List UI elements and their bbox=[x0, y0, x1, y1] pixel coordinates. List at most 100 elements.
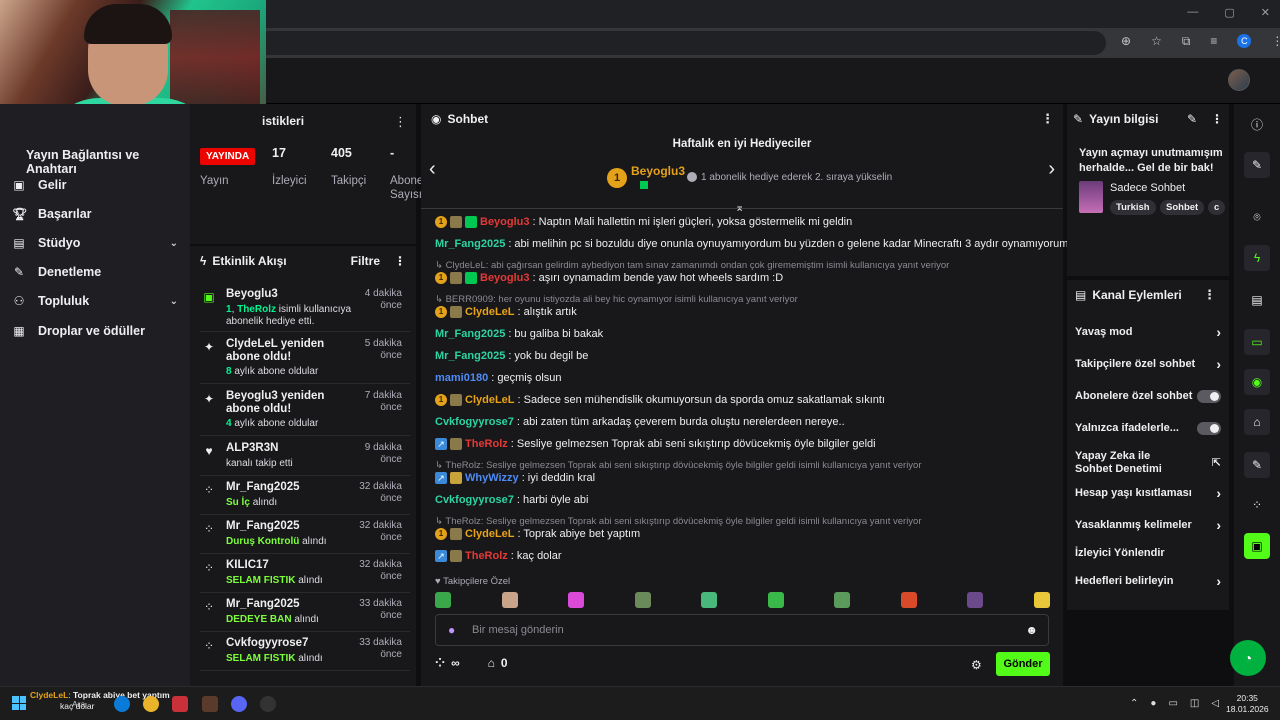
chat-username[interactable]: WhyWizzy bbox=[465, 472, 519, 484]
stream-key-link[interactable]: Yayın Bağlantısı ve Anahtarı bbox=[26, 148, 190, 176]
broadcast-icon[interactable]: ◉ bbox=[1244, 369, 1270, 395]
tag[interactable]: c bbox=[1208, 200, 1226, 215]
close-icon[interactable]: ✕ bbox=[1261, 6, 1270, 19]
kebab-menu-icon[interactable]: ⋮ bbox=[1041, 111, 1054, 127]
action-account-age[interactable]: Hesap yaşı kısıtlaması › bbox=[1075, 486, 1221, 500]
url-input[interactable] bbox=[266, 31, 1106, 55]
document-icon[interactable]: ▤ bbox=[1244, 287, 1270, 313]
emote[interactable] bbox=[900, 592, 917, 608]
chat-username[interactable]: Beyoglu3 bbox=[480, 216, 530, 228]
tag[interactable]: Turkish bbox=[1110, 200, 1156, 215]
app-icon[interactable] bbox=[172, 696, 188, 712]
discord-icon[interactable] bbox=[231, 696, 247, 712]
emote[interactable] bbox=[634, 592, 651, 608]
action-ai-moderation[interactable]: Yapay Zeka ile Sohbet Denetimi ⇱ bbox=[1075, 450, 1221, 476]
chat-username[interactable]: Mr_Fang2025 bbox=[435, 328, 505, 340]
feed-item[interactable]: ♥ ALP3R3N 9 dakika önce kanalı takip ett… bbox=[200, 442, 410, 476]
feed-item[interactable]: ⁘ KILIC17 32 dakika önce SELAM FISTIK al… bbox=[200, 559, 410, 593]
send-button[interactable]: Gönder bbox=[996, 652, 1050, 676]
kebab-menu-icon[interactable]: ⋮ bbox=[394, 114, 407, 130]
chevron-left-icon[interactable]: ‹ bbox=[429, 158, 436, 181]
chat-input[interactable]: ● Bir mesaj gönderin ☻ bbox=[435, 614, 1049, 646]
app-icon[interactable]: ▣ bbox=[1244, 533, 1270, 559]
leader-name[interactable]: Beyoglu3 bbox=[631, 164, 685, 178]
sidebar-item-studyo[interactable]: ▤ Stüdyo ⌄ bbox=[12, 236, 178, 250]
sidebar-item-gelir[interactable]: ▣ Gelir bbox=[12, 178, 178, 192]
action-followers-only[interactable]: Takipçilere özel sohbet › bbox=[1075, 357, 1221, 371]
chat-username[interactable]: ClydeLeL bbox=[465, 528, 515, 540]
clock[interactable]: 20:35 18.01.2026 bbox=[1226, 693, 1269, 715]
chat-username[interactable]: TheRolz bbox=[465, 550, 508, 562]
feed-item[interactable]: ⁘ Mr_Fang2025 32 dakika önce Duruş Kontr… bbox=[200, 520, 410, 554]
minimize-icon[interactable]: — bbox=[1187, 6, 1198, 19]
emote[interactable] bbox=[967, 592, 983, 608]
emote[interactable] bbox=[1033, 592, 1050, 608]
monitor-icon[interactable]: ▭ bbox=[1168, 698, 1177, 709]
sidebar-item-denetleme[interactable]: ✎ Denetleme bbox=[12, 265, 178, 279]
microphone-icon[interactable]: ● bbox=[1150, 698, 1156, 709]
chat-icon[interactable]: ▭ bbox=[1244, 329, 1270, 355]
chat-username[interactable]: Beyoglu3 bbox=[480, 272, 530, 284]
camera-icon[interactable]: ⌾ bbox=[1244, 204, 1270, 230]
sidebar-item-topluluk[interactable]: ⚇ Topluluk ⌄ bbox=[12, 294, 178, 308]
feed-item[interactable]: ✦ ClydeLeL yeniden abone oldu! 5 dakika … bbox=[200, 338, 410, 384]
microphone-icon[interactable]: ● bbox=[448, 623, 455, 637]
emote[interactable] bbox=[568, 592, 584, 608]
action-banned-words[interactable]: Yasaklanmış kelimeler › bbox=[1075, 518, 1221, 532]
action-subs-only[interactable]: Abonelere özel sohbet bbox=[1075, 390, 1221, 403]
feed-item[interactable]: ⁘ Cvkfogyyrose7 33 dakika önce SELAM FIS… bbox=[200, 637, 410, 671]
action-goals[interactable]: Hedefleri belirleyin › bbox=[1075, 574, 1221, 588]
chrome-icon[interactable] bbox=[143, 696, 159, 712]
info-icon[interactable]: ⓘ bbox=[1244, 112, 1270, 138]
wrench-icon[interactable]: ✎ bbox=[1244, 452, 1270, 478]
windows-start-icon[interactable] bbox=[12, 696, 26, 710]
gear-icon[interactable]: ⚙ bbox=[971, 658, 982, 672]
action-emote-only[interactable]: Yalnızca ifadelerle... bbox=[1075, 422, 1221, 435]
chat-username[interactable]: Cvkfogyyrose7 bbox=[435, 494, 514, 506]
extensions-icon[interactable]: ⧉ bbox=[1182, 34, 1191, 49]
store-icon[interactable]: ⌂ bbox=[488, 656, 495, 670]
game-icon[interactable] bbox=[202, 696, 218, 712]
kebab-menu-icon[interactable]: ⋮ bbox=[1203, 287, 1216, 303]
feed-item[interactable]: ⁘ Mr_Fang2025 32 dakika önce Su İç alınd… bbox=[200, 481, 410, 515]
app-icon[interactable] bbox=[260, 696, 276, 712]
category-name[interactable]: Sadece Sohbet bbox=[1110, 182, 1185, 194]
toggle-switch[interactable] bbox=[1197, 422, 1221, 435]
collapse-icon[interactable]: ⌅ bbox=[735, 201, 744, 214]
emoji-icon[interactable]: ☻ bbox=[1025, 623, 1038, 637]
chevron-right-icon[interactable]: › bbox=[1048, 158, 1055, 181]
sidebar-item-droplar[interactable]: ▦ Droplar ve ödüller bbox=[12, 324, 178, 338]
store-icon[interactable]: ⌂ bbox=[1244, 409, 1270, 435]
emote[interactable] bbox=[435, 592, 451, 608]
toggle-switch[interactable] bbox=[1197, 390, 1221, 403]
tag[interactable]: Sohbet bbox=[1160, 200, 1205, 215]
chat-username[interactable]: Cvkfogyyrose7 bbox=[435, 416, 514, 428]
profile-avatar[interactable]: C bbox=[1237, 34, 1252, 48]
chat-username[interactable]: Mr_Fang2025 bbox=[435, 350, 505, 362]
emote[interactable] bbox=[501, 592, 518, 608]
kebab-menu-icon[interactable]: ⋮ bbox=[394, 254, 406, 268]
feed-item[interactable]: ✦ Beyoglu3 yeniden abone oldu! 7 dakika … bbox=[200, 390, 410, 436]
feed-item[interactable]: ▣ Beyoglu3 4 dakika önce 1, TheRolz isim… bbox=[200, 288, 410, 332]
pencil-icon[interactable]: ✎ bbox=[1187, 112, 1197, 126]
maximize-icon[interactable]: ▢ bbox=[1224, 6, 1234, 19]
kebab-menu-icon[interactable]: ⋮ bbox=[1211, 112, 1223, 126]
browser-menu-icon[interactable]: ⋮ bbox=[1271, 34, 1280, 49]
reading-list-icon[interactable]: ≡ bbox=[1210, 34, 1217, 49]
chat-username[interactable]: TheRolz bbox=[465, 438, 508, 450]
action-raid[interactable]: İzleyici Yönlendir bbox=[1075, 547, 1221, 560]
chat-username[interactable]: ClydeLeL bbox=[465, 306, 515, 318]
bolt-icon[interactable]: ϟ bbox=[1244, 245, 1270, 271]
filter-button[interactable]: Filtre bbox=[351, 254, 380, 268]
chevron-up-icon[interactable]: ⌃ bbox=[1130, 698, 1138, 709]
edge-icon[interactable] bbox=[114, 696, 130, 712]
action-slow-mode[interactable]: Yavaş mod › bbox=[1075, 325, 1221, 339]
sidebar-item-basarilar[interactable]: 🏆︎ Başarılar bbox=[12, 207, 178, 221]
pencil-icon[interactable]: ✎ bbox=[1244, 152, 1270, 178]
chat-username[interactable]: Mr_Fang2025 bbox=[435, 238, 505, 250]
search-button[interactable]: Ara bbox=[72, 700, 85, 709]
emote[interactable] bbox=[834, 592, 850, 608]
help-chat-button[interactable]: ◔ bbox=[1230, 640, 1266, 676]
emote[interactable] bbox=[767, 592, 784, 608]
chat-username[interactable]: mami0180 bbox=[435, 372, 488, 384]
